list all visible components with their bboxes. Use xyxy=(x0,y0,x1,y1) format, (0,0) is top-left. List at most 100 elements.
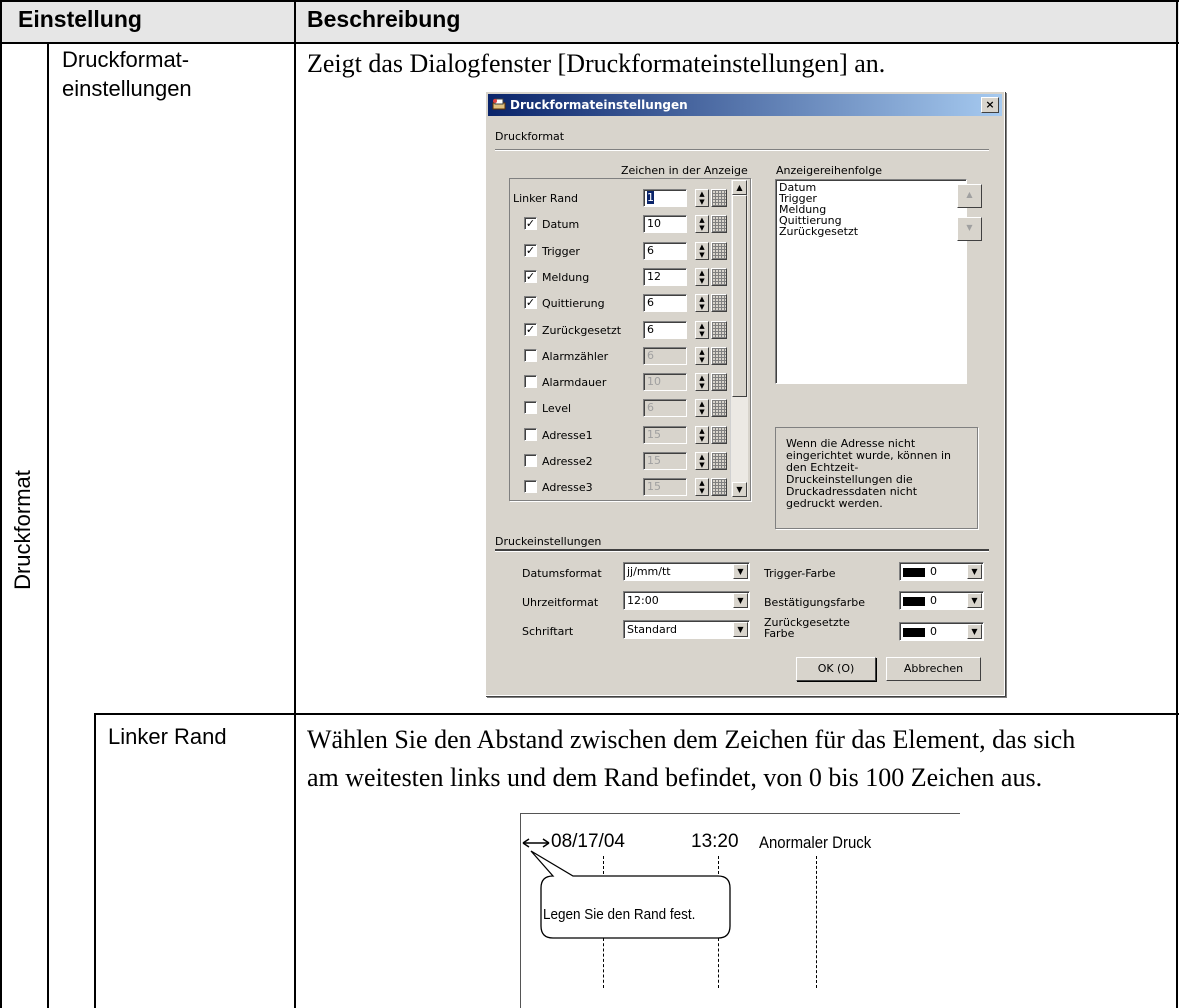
item-checkbox[interactable] xyxy=(524,349,537,362)
spinner-button[interactable]: ▲ ▼ xyxy=(695,215,709,233)
keypad-icon[interactable] xyxy=(711,268,727,286)
spinner-button[interactable]: ▲ ▼ xyxy=(695,426,709,444)
scroll-down-button[interactable]: ▼ xyxy=(732,482,747,497)
chevron-down-icon[interactable]: ▼ xyxy=(733,564,748,579)
keypad-icon[interactable] xyxy=(711,294,727,312)
printer-app-icon xyxy=(492,98,506,110)
item-char-count-input[interactable]: 6 xyxy=(643,347,687,365)
color-swatch xyxy=(903,567,925,577)
font-select[interactable]: Standard ▼ xyxy=(623,620,750,639)
item-char-count-input[interactable]: 6 xyxy=(643,294,687,312)
spinner-button[interactable]: ▲ ▼ xyxy=(695,268,709,286)
spinner-button[interactable]: ▲ ▼ xyxy=(695,373,709,391)
chevron-down-icon[interactable]: ▼ xyxy=(733,622,748,637)
scroll-thumb[interactable] xyxy=(732,195,747,397)
keypad-icon[interactable] xyxy=(711,478,727,496)
time-format-select[interactable]: 12:00 ▼ xyxy=(623,591,750,610)
time-format-value: 12:00 xyxy=(627,594,659,607)
section-column-divider xyxy=(47,42,49,1008)
item-label: Alarmzähler xyxy=(542,350,609,363)
callout-text: Legen Sie den Rand fest. xyxy=(543,906,696,923)
item-char-count-input[interactable]: 1 xyxy=(643,189,687,207)
font-value: Standard xyxy=(627,623,678,636)
note-line: gedruckt werden. xyxy=(786,497,883,510)
spinner-button[interactable]: ▲ ▼ xyxy=(695,189,709,207)
item-char-count-input[interactable]: 10 xyxy=(643,215,687,233)
spinner-button[interactable]: ▲ ▼ xyxy=(695,242,709,260)
item-label: Adresse2 xyxy=(542,455,593,468)
item-checkbox[interactable] xyxy=(524,375,537,388)
item-list-scrollbar[interactable]: ▲ ▼ xyxy=(730,180,748,497)
reset-color-label-line: Farbe xyxy=(764,627,795,640)
item-checkbox[interactable]: ✓ xyxy=(524,296,537,309)
keypad-icon[interactable] xyxy=(711,399,727,417)
item-char-count-input[interactable]: 12 xyxy=(643,268,687,286)
spinner-button[interactable]: ▲ ▼ xyxy=(695,347,709,365)
keypad-icon[interactable] xyxy=(711,347,727,365)
section-label: Druckformat xyxy=(10,470,35,590)
scroll-up-button[interactable]: ▲ xyxy=(732,180,747,195)
setting-druckformat-line1: Druckformat- xyxy=(62,47,190,72)
color-swatch xyxy=(903,596,925,606)
item-char-count-input[interactable]: 15 xyxy=(643,426,687,444)
item-checkbox[interactable]: ✓ xyxy=(524,244,537,257)
print-settings-separator xyxy=(495,549,989,552)
keypad-icon[interactable] xyxy=(711,321,727,339)
reset-color-select[interactable]: 0 ▼ xyxy=(899,622,984,641)
close-button[interactable]: × xyxy=(981,97,999,113)
note-box: Wenn die Adresse nicht eingerichtet wurd… xyxy=(775,427,978,529)
column-header-chars: Zeichen in der Anzeige xyxy=(621,164,748,177)
item-checkbox[interactable] xyxy=(524,401,537,414)
triangle-up-icon: ▲ xyxy=(736,183,743,192)
spinner-button[interactable]: ▲ ▼ xyxy=(695,399,709,417)
item-char-count-input[interactable]: 6 xyxy=(643,242,687,260)
chevron-down-icon[interactable]: ▼ xyxy=(967,593,982,608)
spinner-button[interactable]: ▲ ▼ xyxy=(695,452,709,470)
item-char-count-input[interactable]: 15 xyxy=(643,452,687,470)
move-up-button[interactable]: ▲ xyxy=(957,184,982,208)
item-label: Alarmdauer xyxy=(542,376,607,389)
item-checkbox[interactable]: ✓ xyxy=(524,217,537,230)
paper-top-edge xyxy=(520,813,960,814)
spinner-button[interactable]: ▲ ▼ xyxy=(695,294,709,312)
item-label: Adresse3 xyxy=(542,481,593,494)
spinner-button[interactable]: ▲ ▼ xyxy=(695,478,709,496)
guide-line xyxy=(816,856,817,988)
date-format-select[interactable]: jj/mm/tt ▼ xyxy=(623,562,750,581)
chevron-down-icon[interactable]: ▼ xyxy=(733,593,748,608)
keypad-icon[interactable] xyxy=(711,189,727,207)
item-checkbox[interactable]: ✓ xyxy=(524,323,537,336)
item-checkbox[interactable] xyxy=(524,480,537,493)
table-header-divider xyxy=(0,42,1179,44)
keypad-icon[interactable] xyxy=(711,215,727,233)
item-checkbox[interactable] xyxy=(524,428,537,441)
table-border-right xyxy=(1176,0,1178,1008)
keypad-icon[interactable] xyxy=(711,426,727,444)
keypad-icon[interactable] xyxy=(711,452,727,470)
spinner-button[interactable]: ▲ ▼ xyxy=(695,321,709,339)
item-char-count-input[interactable]: 15 xyxy=(643,478,687,496)
ack-color-select[interactable]: 0 ▼ xyxy=(899,591,984,610)
trigger-color-select[interactable]: 0 ▼ xyxy=(899,562,984,581)
item-label: Adresse1 xyxy=(542,429,593,442)
keypad-icon[interactable] xyxy=(711,242,727,260)
cancel-button[interactable]: Abbrechen xyxy=(886,657,981,681)
item-checkbox[interactable] xyxy=(524,454,537,467)
date-format-label: Datumsformat xyxy=(522,567,602,580)
item-label: Datum xyxy=(542,218,580,231)
chevron-down-icon[interactable]: ▼ xyxy=(967,564,982,579)
order-list-item[interactable]: Zurückgesetzt xyxy=(779,226,858,237)
item-char-count-input[interactable]: 6 xyxy=(643,321,687,339)
item-char-count-input[interactable]: 6 xyxy=(643,399,687,417)
item-char-count-input[interactable]: 10 xyxy=(643,373,687,391)
item-checkbox[interactable]: ✓ xyxy=(524,270,537,283)
ok-button[interactable]: OK (O) xyxy=(796,657,876,681)
move-down-button[interactable]: ▼ xyxy=(957,217,982,241)
table-header xyxy=(0,0,1179,42)
keypad-icon[interactable] xyxy=(711,373,727,391)
setting-description-divider xyxy=(294,0,296,1008)
chevron-down-icon[interactable]: ▼ xyxy=(967,624,982,639)
order-list[interactable]: Datum Trigger Meldung Quittierung Zurückgese… xyxy=(775,179,967,384)
setting-linker-rand: Linker Rand xyxy=(108,724,227,749)
item-label: Zurückgesetzt xyxy=(542,324,622,337)
